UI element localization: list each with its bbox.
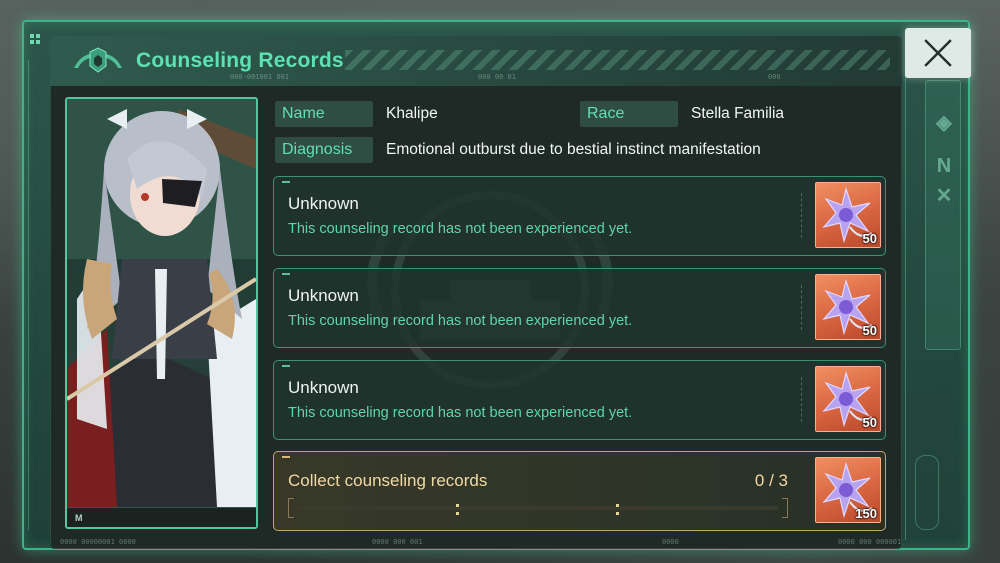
footer-code-2: 0000 000 001 (372, 538, 423, 546)
record-title: Unknown (288, 286, 359, 305)
header-code-3: 000 (768, 73, 781, 81)
diagnosis-label: Diagnosis (275, 137, 373, 163)
progress-tick (616, 504, 619, 507)
footer-code-3: 0000 (662, 538, 679, 546)
footer-code-4: 0000 000 000001 (838, 538, 902, 546)
collect-records-card[interactable]: Collect counseling records 0 / 3 150 (273, 451, 886, 531)
reward-count: 50 (862, 323, 877, 338)
footer-code-1: 0000 00000001 0000 (60, 538, 136, 546)
race-label: Race (580, 101, 678, 127)
card-tick (282, 365, 290, 367)
card-side-mark (801, 377, 804, 422)
record-card-1[interactable]: Unknown This counseling record has not b… (273, 176, 886, 256)
record-card-2[interactable]: Unknown This counseling record has not b… (273, 268, 886, 348)
card-tick (282, 273, 290, 275)
name-label: Name (275, 101, 373, 127)
n-glyph-icon: N (936, 155, 952, 177)
progress-track (298, 504, 778, 515)
reward-count: 50 (862, 231, 877, 246)
portrait-footer: M (67, 507, 256, 527)
header-stripes (345, 50, 890, 70)
right-rail-capsule (915, 455, 939, 530)
reward-count: 50 (862, 415, 877, 430)
collect-reward-item[interactable]: 150 (815, 457, 881, 523)
card-tick (282, 456, 290, 458)
card-side-mark (801, 285, 804, 330)
x-glyph-icon: ✕ (935, 185, 953, 207)
progress-tick (456, 504, 459, 507)
reward-item[interactable]: 50 (815, 182, 881, 248)
collect-count: 0 / 3 (754, 471, 788, 490)
character-art (67, 99, 256, 507)
record-card-3[interactable]: Unknown This counseling record has not b… (273, 360, 886, 440)
portrait-footer-logo: M (75, 513, 83, 523)
record-title: Unknown (288, 194, 359, 213)
shield-emblem-icon: ◈ (936, 112, 952, 134)
close-icon (924, 39, 952, 67)
progress-bracket-left (288, 498, 294, 518)
card-tick (282, 181, 290, 183)
collect-title: Collect counseling records (288, 471, 488, 490)
progress-tick (456, 512, 459, 515)
emblem-icon (74, 47, 122, 73)
reward-count: 150 (855, 506, 877, 521)
character-portrait: M (65, 97, 258, 529)
close-button[interactable] (905, 28, 971, 78)
progress-tick (616, 512, 619, 515)
page-title: Counseling Records (136, 49, 344, 72)
progress-bracket-right (782, 498, 788, 518)
name-value: Khalipe (386, 105, 438, 122)
corner-dots-icon (30, 34, 40, 44)
record-description: This counseling record has not been expe… (288, 405, 633, 421)
left-frame-strip (28, 60, 42, 530)
record-description: This counseling record has not been expe… (288, 313, 633, 329)
record-description: This counseling record has not been expe… (288, 221, 633, 237)
record-title: Unknown (288, 378, 359, 397)
reward-item[interactable]: 50 (815, 366, 881, 432)
diagnosis-value: Emotional outburst due to bestial instin… (386, 141, 761, 158)
collect-progress-bar (288, 498, 788, 518)
header-code-1: 000-001001 001 (230, 73, 290, 81)
card-side-mark (801, 193, 804, 238)
reward-item[interactable]: 50 (815, 274, 881, 340)
header-code-2: 000 00 01 (478, 73, 516, 81)
race-value: Stella Familia (691, 105, 785, 122)
